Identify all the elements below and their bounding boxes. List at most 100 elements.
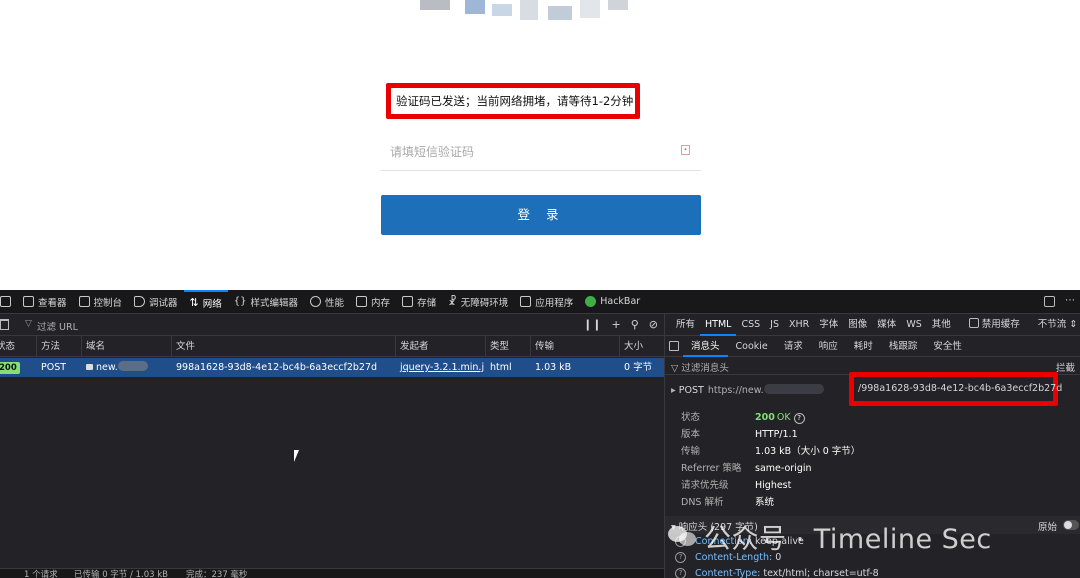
summary-status-value: 200 OK?: [755, 410, 805, 426]
devtools-window-controls: ⋯: [1044, 296, 1076, 307]
search-icon[interactable]: ⚲: [631, 318, 639, 331]
wechat-icon: [668, 524, 698, 548]
input-badge-icon: ▪: [681, 145, 690, 155]
blurred-logo: [420, 0, 630, 22]
sms-code-placeholder: 请填短信验证码: [390, 145, 475, 159]
picker-icon: [0, 296, 11, 307]
summary-priority-key: 请求优先级: [681, 480, 729, 491]
type-filter-ws[interactable]: WS: [901, 314, 926, 336]
type-filter-images[interactable]: 图像: [843, 314, 872, 336]
tab-security[interactable]: 安全性: [925, 336, 970, 357]
summary-version: 版本 HTTP/1.1: [681, 427, 1061, 443]
sms-code-input[interactable]: 请填短信验证码 ▪: [381, 131, 701, 171]
col-method[interactable]: 方法: [36, 336, 60, 357]
table-row[interactable]: 200 POST new. 998a1628-93d8-4e12-bc4b-6a…: [0, 358, 664, 377]
network-icon: ⇅: [189, 296, 199, 309]
type-filter-css[interactable]: CSS: [736, 314, 765, 336]
type-filter-all[interactable]: 所有: [671, 314, 700, 336]
col-transferred[interactable]: 传输: [530, 336, 554, 357]
disable-cache-label: 禁用缓存: [981, 318, 1020, 330]
tab-style-editor[interactable]: {} 样式编辑器: [228, 290, 304, 314]
request-method-cell: POST: [41, 362, 67, 373]
col-file[interactable]: 文件: [171, 336, 195, 357]
select-arrows-icon: ⇕: [1069, 318, 1078, 330]
request-transferred-cell: 1.03 kB: [535, 362, 572, 373]
tab-accessibility[interactable]: ☧ 无障碍环境: [442, 290, 514, 314]
request-table: 状态 方法 域名 文件 发起者 类型 传输 大小 200 POST new. 9…: [0, 336, 664, 578]
summary-referrer-value: same-origin: [755, 463, 812, 474]
help-icon-content-type[interactable]: ?: [675, 568, 686, 578]
more-options-icon[interactable]: ⋯: [1065, 296, 1076, 307]
tab-headers[interactable]: 消息头: [683, 336, 728, 357]
summary-dns: DNS 解析 系统: [681, 495, 1061, 511]
summary-status-key: 状态: [681, 412, 701, 423]
col-size[interactable]: 大小: [619, 336, 643, 357]
filter-url-input[interactable]: 过滤 URL: [37, 319, 78, 333]
tab-debugger[interactable]: 调试器: [128, 290, 184, 314]
request-status-cell: 200: [0, 358, 20, 377]
network-filter-bar: ▽ 过滤 URL ❙❙ + ⚲ ⊘: [0, 314, 664, 336]
summary-transferred-key: 传输: [681, 446, 701, 457]
tab-storage[interactable]: 存储: [396, 290, 442, 314]
wechat-watermark: 公众号 · Timeline Sec: [668, 516, 992, 556]
login-button[interactable]: 登 录: [381, 195, 701, 235]
request-initiator-cell[interactable]: jquery-3.2.1.min.j...: [396, 358, 484, 377]
tab-performance[interactable]: 性能: [304, 290, 350, 314]
col-status[interactable]: 状态: [0, 336, 15, 357]
block-button[interactable]: 拦截: [1056, 360, 1075, 374]
gauge-icon: [310, 296, 322, 307]
tab-network[interactable]: ⇅ 网络: [183, 289, 228, 314]
memory-chip-icon: [356, 296, 368, 307]
tab-response[interactable]: 响应: [811, 336, 846, 357]
summary-version-key: 版本: [681, 429, 701, 440]
disable-cache-checkbox[interactable]: 禁用缓存: [964, 314, 1025, 336]
type-filter-other[interactable]: 其他: [927, 314, 956, 336]
throttle-select[interactable]: 不节流 ⇕: [1033, 314, 1080, 336]
status-text: OK: [776, 412, 791, 423]
summary-priority-value: Highest: [755, 480, 792, 491]
redacted-url: [763, 384, 824, 394]
element-picker-button[interactable]: [0, 290, 17, 314]
type-filter-xhr[interactable]: XHR: [784, 314, 814, 336]
tab-request[interactable]: 请求: [776, 336, 811, 357]
block-icon[interactable]: ⊘: [649, 318, 658, 331]
type-filter-font[interactable]: 字体: [814, 314, 843, 336]
toggle-sidebar-icon[interactable]: [669, 341, 679, 351]
help-icon[interactable]: ?: [793, 413, 805, 424]
status-code: 200: [755, 412, 775, 423]
tab-console[interactable]: 控制台: [73, 290, 129, 314]
clear-trash-icon[interactable]: [0, 319, 9, 330]
add-icon[interactable]: +: [612, 318, 621, 331]
mouse-cursor: [294, 450, 299, 462]
col-type[interactable]: 类型: [485, 336, 509, 357]
watermark-text: 公众号 · Timeline Sec: [704, 523, 992, 555]
tab-accessibility-label: 无障碍环境: [460, 297, 509, 309]
lock-icon: [86, 364, 93, 370]
type-filter-html[interactable]: HTML: [700, 314, 737, 336]
tab-hackbar[interactable]: HackBar: [579, 290, 646, 314]
summary-referrer: Referrer 策略 same-origin: [681, 461, 1061, 477]
application-grid-icon: [520, 296, 532, 307]
summary-status: 状态 200 OK?: [681, 410, 1061, 426]
hackbar-icon: [585, 296, 597, 307]
tab-stack-trace[interactable]: 栈跟踪: [881, 336, 926, 357]
tab-memory[interactable]: 内存: [350, 290, 396, 314]
status-transferred: 已传输 0 字节 / 1.03 kB: [74, 570, 168, 578]
tab-timings[interactable]: 耗时: [846, 336, 881, 357]
request-type-cell: html: [490, 362, 512, 373]
col-domain[interactable]: 域名: [81, 336, 105, 357]
summary-dns-key: DNS 解析: [681, 497, 724, 508]
filter-headers-input[interactable]: ▽ 过滤消息头: [671, 360, 729, 374]
type-filter-media[interactable]: 媒体: [872, 314, 901, 336]
tab-inspector[interactable]: 查看器: [17, 290, 73, 314]
expand-arrow-icon[interactable]: ▸: [671, 385, 679, 396]
col-initiator[interactable]: 发起者: [395, 336, 429, 357]
pause-icon[interactable]: ❙❙: [583, 318, 601, 331]
tab-cookies[interactable]: Cookie: [728, 336, 776, 357]
type-filter-js[interactable]: JS: [765, 314, 784, 336]
tab-application[interactable]: 应用程序: [514, 290, 579, 314]
dock-icon[interactable]: [1044, 296, 1055, 307]
summary-referrer-key: Referrer 策略: [681, 463, 742, 474]
raw-toggle[interactable]: [1063, 520, 1079, 530]
console-icon: [78, 296, 90, 307]
